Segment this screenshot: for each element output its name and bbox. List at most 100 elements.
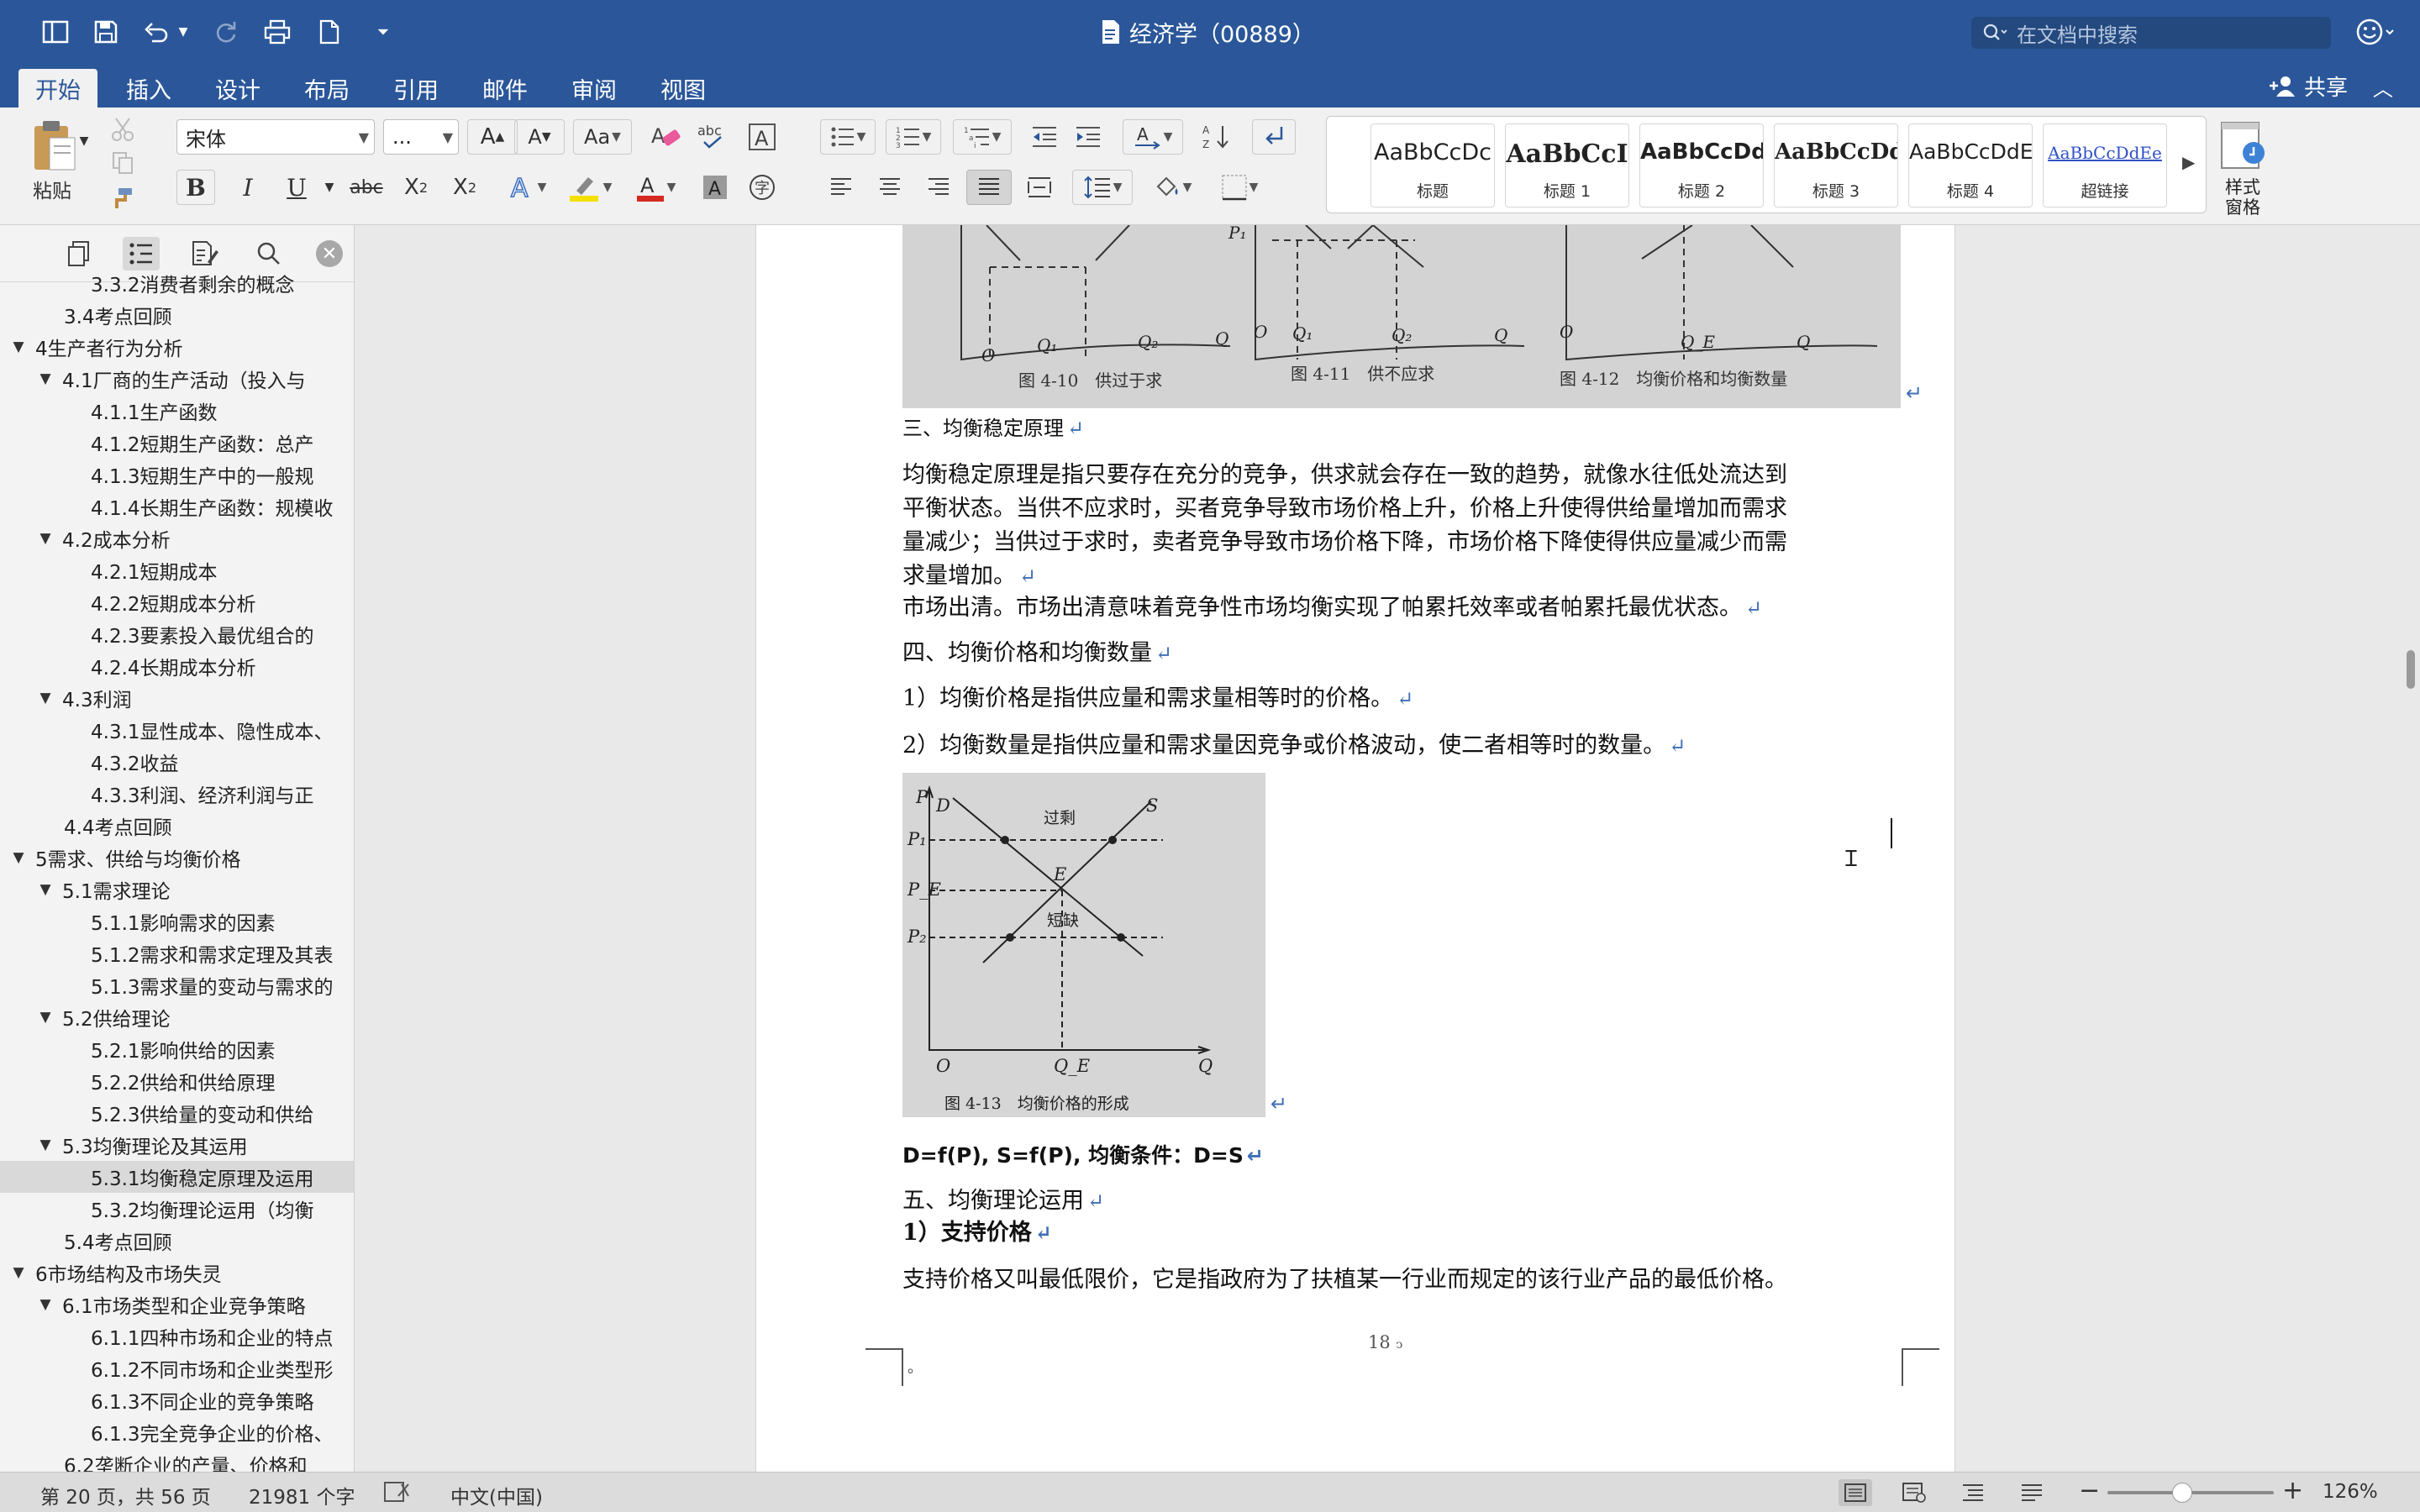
- outline-item[interactable]: 5.1.1影响需求的因素: [0, 906, 354, 937]
- expand-triangle-icon[interactable]: ▼: [35, 370, 55, 387]
- outline-item[interactable]: 6.1.2不同市场和企业类型形: [0, 1352, 354, 1384]
- style-heading-2[interactable]: AaBbCcDdI 标题 2: [1639, 123, 1764, 207]
- language-status[interactable]: 中文(中国): [450, 1481, 543, 1509]
- subscript-button[interactable]: X2: [395, 170, 437, 205]
- tab-insert[interactable]: 插入: [109, 69, 188, 108]
- tab-home[interactable]: 开始: [18, 69, 97, 108]
- tab-design[interactable]: 设计: [198, 69, 277, 108]
- align-left-icon[interactable]: [820, 170, 862, 205]
- show-paragraph-marks-icon[interactable]: [1252, 119, 1296, 155]
- outline-item[interactable]: 4.2.2短期成本分析: [0, 586, 354, 618]
- customize-toolbar-icon[interactable]: ⏷: [366, 15, 400, 49]
- outline-item[interactable]: 5.2.3供给量的变动和供给: [0, 1097, 354, 1129]
- print-icon[interactable]: [260, 15, 294, 49]
- thumbnails-icon[interactable]: [60, 237, 97, 270]
- increase-indent-icon[interactable]: [1067, 119, 1109, 155]
- tab-review[interactable]: 审阅: [555, 69, 634, 108]
- outline-item[interactable]: ▼ 4.1厂商的生产活动（投入与: [0, 363, 354, 395]
- style-heading-3[interactable]: AaBbCcDd 标题 3: [1774, 123, 1898, 207]
- multilevel-list-icon[interactable]: 1 a i ▼: [953, 119, 1012, 155]
- style-hyperlink[interactable]: AaBbCcDdEe 超链接: [2043, 123, 2167, 207]
- italic-button[interactable]: I: [229, 170, 267, 205]
- outline-item[interactable]: 3.4考点回顾: [0, 299, 354, 331]
- collapse-ribbon-icon[interactable]: ︿: [2373, 72, 2393, 102]
- redo-icon[interactable]: [210, 15, 244, 49]
- outline-item[interactable]: ▼ 6.1市场类型和企业竞争策略: [0, 1289, 354, 1320]
- document-map-icon[interactable]: [123, 237, 160, 270]
- outline-item[interactable]: 6.1.1四种市场和企业的特点: [0, 1320, 354, 1352]
- borders-icon[interactable]: ▼: [1210, 170, 1269, 205]
- clear-formatting-icon[interactable]: A: [644, 119, 689, 155]
- outline-item[interactable]: ▼ 6市场结构及市场失灵: [0, 1257, 354, 1289]
- enclose-characters-icon[interactable]: 字: [743, 170, 781, 205]
- undo-icon[interactable]: [139, 15, 173, 49]
- expand-triangle-icon[interactable]: ▼: [8, 849, 29, 866]
- outline-view-icon[interactable]: [1956, 1479, 1990, 1506]
- distributed-icon[interactable]: [1018, 170, 1060, 205]
- sidebar-toggle-icon[interactable]: [39, 15, 72, 49]
- styles-pane-button[interactable]: 样式 窗格: [2218, 119, 2267, 218]
- expand-triangle-icon[interactable]: ▼: [35, 1009, 55, 1026]
- numbering-icon[interactable]: 1 2 3 ▼: [886, 119, 941, 155]
- change-case-icon[interactable]: Aa ▼: [573, 119, 632, 155]
- page-count-status[interactable]: 第 20 页，共 56 页: [40, 1481, 211, 1509]
- zoom-out-icon[interactable]: −: [2079, 1476, 2100, 1505]
- sort-icon[interactable]: AZ: [1195, 119, 1239, 155]
- outline-item[interactable]: 4.1.3短期生产中的一般规: [0, 459, 354, 491]
- expand-triangle-icon[interactable]: ▼: [35, 1137, 55, 1153]
- search-icon[interactable]: [250, 237, 287, 270]
- grow-font-icon[interactable]: A ▲: [467, 119, 518, 155]
- superscript-button[interactable]: X2: [444, 170, 486, 205]
- outline-item[interactable]: ▼ 5需求、供给与均衡价格: [0, 842, 354, 874]
- style-title[interactable]: AaBbCcDc 标题: [1370, 123, 1495, 207]
- close-pane-icon[interactable]: ✕: [316, 240, 343, 267]
- figure-4-13[interactable]: P P₁ P_E P₂ D S E O Q_E Q 过剩 短缺 图 4-13 均…: [902, 773, 1265, 1117]
- tab-view[interactable]: 视图: [644, 69, 723, 108]
- web-layout-view-icon[interactable]: [1897, 1479, 1931, 1506]
- heading-section-3[interactable]: 三、均衡稳定原理 ↵: [902, 412, 1084, 445]
- font-size-combo[interactable]: ... ▼: [383, 119, 459, 155]
- share-button[interactable]: 共享: [2269, 71, 2348, 102]
- outline-item[interactable]: ▼ 5.2供给理论: [0, 1001, 354, 1033]
- search-document-field[interactable]: 在文档中搜索: [1971, 17, 2331, 49]
- draft-view-icon[interactable]: [2015, 1479, 2049, 1506]
- undo-dropdown-icon[interactable]: ▼: [173, 15, 193, 49]
- strikethrough-button[interactable]: abc: [345, 170, 388, 205]
- outline-item[interactable]: 5.2.2供给和供给原理: [0, 1065, 354, 1097]
- word-count-status[interactable]: 21981 个字: [249, 1481, 355, 1509]
- tab-references[interactable]: 引用: [376, 69, 455, 108]
- expand-triangle-icon[interactable]: ▼: [8, 1264, 29, 1281]
- outline-item[interactable]: 5.1.3需求量的变动与需求的: [0, 969, 354, 1001]
- paragraph-equilibrium-principle[interactable]: 均衡稳定原理是指只要存在充分的竞争，供求就会存在一致的趋势，就像水往低处流达到 …: [902, 459, 1787, 593]
- outline-item[interactable]: ▼ 5.1需求理论: [0, 874, 354, 906]
- asian-layout-icon[interactable]: A ▼: [1123, 119, 1183, 155]
- underline-dropdown-icon[interactable]: ▼: [318, 170, 341, 205]
- outline-item[interactable]: 4.2.4长期成本分析: [0, 650, 354, 682]
- expand-triangle-icon[interactable]: ▼: [8, 339, 29, 355]
- zoom-slider-thumb[interactable]: [2172, 1483, 2193, 1503]
- print-layout-view-icon[interactable]: [1839, 1479, 1872, 1506]
- character-shading-icon[interactable]: A: [697, 170, 733, 205]
- outline-item[interactable]: 6.1.3不同企业的竞争策略: [0, 1384, 354, 1416]
- format-painter-icon[interactable]: [106, 183, 139, 213]
- save-icon[interactable]: [89, 15, 123, 49]
- outline-item[interactable]: 4.1.1生产函数: [0, 395, 354, 427]
- outline-item[interactable]: 4.1.2短期生产函数：总产: [0, 427, 354, 459]
- decrease-indent-icon[interactable]: [1023, 119, 1065, 155]
- bold-button[interactable]: B: [176, 170, 215, 205]
- zoom-in-icon[interactable]: +: [2282, 1476, 2303, 1505]
- character-border-icon[interactable]: A: [743, 119, 781, 155]
- highlight-color-icon[interactable]: ▼: [560, 170, 620, 205]
- outline-item[interactable]: 5.2.1影响供给的因素: [0, 1033, 354, 1065]
- outline-item[interactable]: 4.3.1显性成本、隐性成本、: [0, 714, 354, 746]
- text-effects-icon[interactable]: A ▼: [501, 170, 553, 205]
- list-item-equilibrium-price[interactable]: 1）均衡价格是指供应量和需求量相等时的价格。 ↵: [902, 682, 1413, 716]
- vertical-scrollbar-thumb[interactable]: [2407, 650, 2415, 689]
- tab-mailings[interactable]: 邮件: [466, 69, 544, 108]
- underline-button[interactable]: U: [277, 170, 316, 205]
- shrink-font-icon[interactable]: A ▼: [514, 119, 565, 155]
- expand-triangle-icon[interactable]: ▼: [35, 881, 55, 898]
- subheading-support-price[interactable]: 1）支持价格 ↵: [902, 1216, 1052, 1250]
- shading-icon[interactable]: ▼: [1143, 170, 1202, 205]
- outline-item[interactable]: 4.1.4长期生产函数：规模收: [0, 491, 354, 522]
